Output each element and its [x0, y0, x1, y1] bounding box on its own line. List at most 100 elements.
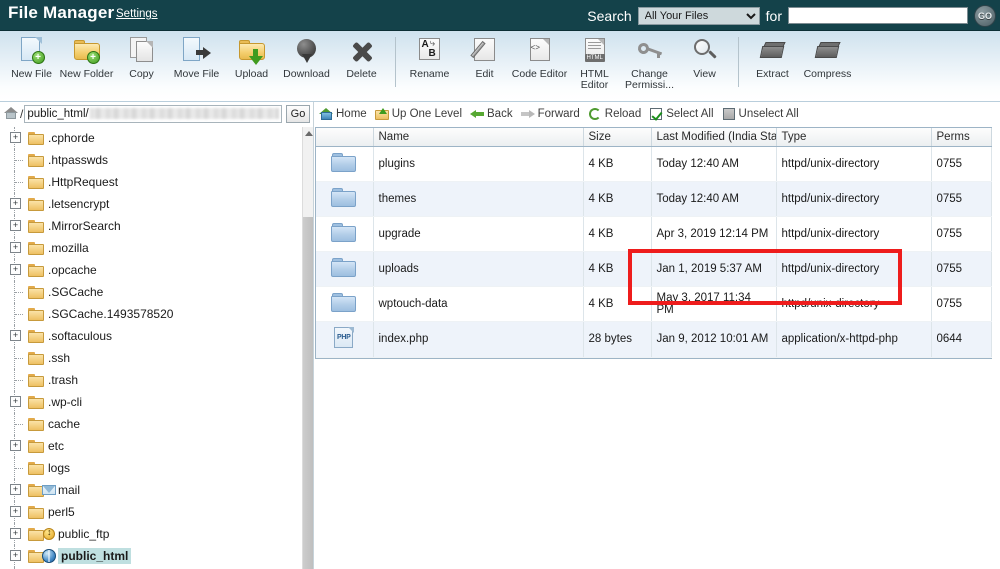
code-editor-button[interactable]: <> Code Editor [512, 31, 567, 95]
rename-button[interactable]: A ⤷ B Rename [402, 31, 457, 95]
table-row[interactable]: wptouch-data 4 KB May 3, 2017 11:34 PM http… [316, 286, 992, 322]
new-folder-button[interactable]: + New Folder [59, 31, 114, 95]
file-type-cell: httpd/unix-directory [776, 286, 932, 322]
file-modified-cell: May 3, 2017 11:34 PM [651, 286, 777, 322]
tree-item-perl5[interactable]: + perl5 [0, 501, 302, 523]
copy-button[interactable]: Copy [114, 31, 169, 95]
column-header-size[interactable]: Size [583, 128, 652, 147]
folder-icon [28, 329, 44, 343]
directory-tree[interactable]: + .cphorde .htpasswds .HttpRequest + .letsenc… [0, 125, 302, 569]
unselect-all-button[interactable]: Unselect All [722, 107, 804, 121]
search-go-button[interactable]: GO [974, 4, 996, 27]
tree-scrollbar[interactable] [302, 127, 313, 569]
tree-expander-icon[interactable]: + [10, 220, 21, 231]
tree-item--letsencrypt[interactable]: + .letsencrypt [0, 193, 302, 215]
folder-icon [28, 395, 44, 409]
tree-item--sgcache[interactable]: .SGCache [0, 281, 302, 303]
copy-icon [127, 36, 157, 66]
column-header-name[interactable]: Name [373, 128, 584, 147]
tree-item-public-html[interactable]: + public_html [0, 545, 302, 567]
folder-icon [28, 373, 44, 387]
tree-item--wp-cli[interactable]: + .wp-cli [0, 391, 302, 413]
home-button[interactable]: Home [319, 107, 372, 121]
scrollbar-thumb[interactable] [303, 217, 313, 569]
file-toolbar-label: Unselect All [738, 108, 799, 120]
folder-icon [28, 241, 44, 255]
tree-item-label: .SGCache [48, 285, 104, 299]
html-editor-button[interactable]: HTML HTML Editor [567, 31, 622, 95]
table-row[interactable]: themes 4 KB Today 12:40 AM httpd/unix-direc… [316, 181, 992, 217]
column-header-icon[interactable] [316, 128, 374, 147]
file-toolbar-label: Up One Level [391, 108, 463, 120]
path-input[interactable]: public_html/ [24, 104, 282, 123]
view-button[interactable]: View [677, 31, 732, 95]
file-toolbar-label: Back [487, 108, 513, 120]
new-file-button[interactable]: + New File [4, 31, 59, 95]
search-input[interactable] [788, 7, 968, 24]
file-name-cell: wptouch-data [373, 286, 584, 322]
tree-item--htpasswds[interactable]: .htpasswds [0, 149, 302, 171]
tree-expander-icon[interactable]: + [10, 330, 21, 341]
reload-button[interactable]: Reload [588, 107, 646, 121]
tree-expander-icon[interactable]: + [10, 440, 21, 451]
tree-item--ssh[interactable]: .ssh [0, 347, 302, 369]
column-header-modified[interactable]: Last Modified (India Star [651, 128, 777, 147]
forward-button[interactable]: Forward [520, 107, 585, 121]
move-file-button[interactable]: Move File [169, 31, 224, 95]
tree-item--softaculous[interactable]: + .softaculous [0, 325, 302, 347]
path-separator: / [20, 106, 24, 121]
change-permissions-button[interactable]: Change Permissi... [622, 31, 677, 95]
tree-expander-icon[interactable]: + [10, 484, 21, 495]
tree-expander-icon[interactable]: + [10, 264, 21, 275]
folder-icon [28, 219, 44, 233]
table-row[interactable]: PHP index.php 28 bytes Jan 9, 2012 10:01 AM… [316, 321, 992, 358]
table-row[interactable]: upgrade 4 KB Apr 3, 2019 12:14 PM httpd/uni… [316, 216, 992, 252]
tree-item--cphorde[interactable]: + .cphorde [0, 127, 302, 149]
toolbar-label: Change Permissi... [624, 68, 674, 91]
extract-icon [758, 36, 788, 66]
tree-item-label: cache [48, 417, 81, 431]
download-button[interactable]: Download [279, 31, 334, 95]
tree-expander-icon[interactable]: + [10, 550, 21, 561]
tree-item--trash[interactable]: .trash [0, 369, 302, 391]
back-button[interactable]: Back [470, 107, 518, 121]
delete-button[interactable]: Delete [334, 31, 389, 95]
tree-expander-icon[interactable]: + [10, 396, 21, 407]
tree-expander-icon[interactable]: + [10, 506, 21, 517]
home-icon[interactable] [4, 107, 19, 120]
search-scope-select[interactable]: All Your Files [637, 6, 760, 25]
tree-item--opcache[interactable]: + .opcache [0, 259, 302, 281]
file-name-cell: plugins [373, 146, 584, 182]
file-perms-cell: 0755 [931, 251, 992, 287]
compress-button[interactable]: Compress [800, 31, 855, 95]
tree-expander-icon[interactable]: + [10, 132, 21, 143]
tree-item-label: .mozilla [48, 241, 89, 255]
column-header-perms[interactable]: Perms [931, 128, 992, 147]
edit-button[interactable]: Edit [457, 31, 512, 95]
tree-expander-icon[interactable]: + [10, 528, 21, 539]
table-row[interactable]: uploads 4 KB Jan 1, 2019 5:37 AM httpd/unix… [316, 251, 992, 287]
select-all-button[interactable]: Select All [649, 107, 718, 121]
tree-indent-guide: + [0, 391, 28, 413]
tree-item--sgcache-1493578520[interactable]: .SGCache.1493578520 [0, 303, 302, 325]
tree-item--httprequest[interactable]: .HttpRequest [0, 171, 302, 193]
tree-expander-icon[interactable]: + [10, 242, 21, 253]
tree-item-public-ftp[interactable]: + public_ftp [0, 523, 302, 545]
column-header-type[interactable]: Type [776, 128, 932, 147]
extract-button[interactable]: Extract [745, 31, 800, 95]
up-one-level-button[interactable]: Up One Level [374, 107, 467, 121]
tree-item-cache[interactable]: cache [0, 413, 302, 435]
scroll-up-arrow-icon[interactable] [303, 127, 313, 139]
upload-button[interactable]: Upload [224, 31, 279, 95]
tree-item--mozilla[interactable]: + .mozilla [0, 237, 302, 259]
settings-link[interactable]: Settings [116, 8, 158, 20]
path-go-button[interactable]: Go [286, 104, 310, 123]
tree-item-mail[interactable]: + mail [0, 479, 302, 501]
delete-icon [347, 36, 377, 66]
folder-icon [28, 131, 44, 145]
tree-item-logs[interactable]: logs [0, 457, 302, 479]
tree-expander-icon[interactable]: + [10, 198, 21, 209]
table-row[interactable]: plugins 4 KB Today 12:40 AM httpd/unix-dire… [316, 146, 992, 182]
tree-item-etc[interactable]: + etc [0, 435, 302, 457]
tree-item--mirrorsearch[interactable]: + .MirrorSearch [0, 215, 302, 237]
